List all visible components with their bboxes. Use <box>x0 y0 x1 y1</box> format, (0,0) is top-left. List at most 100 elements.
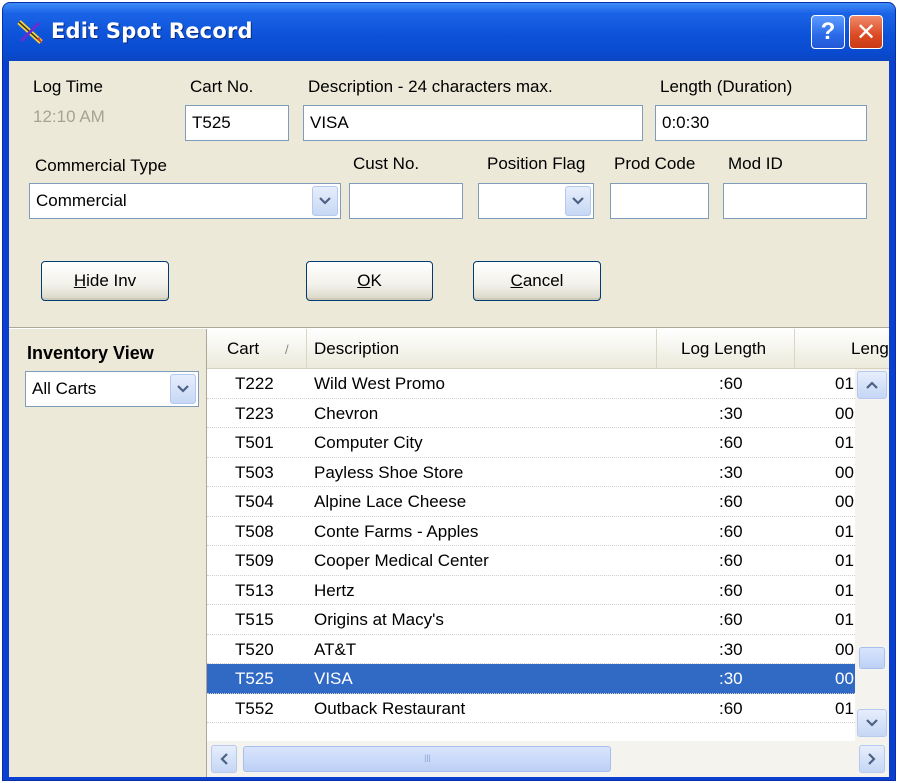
position-flag-label: Position Flag <box>487 154 586 173</box>
vertical-scrollbar[interactable] <box>855 369 889 741</box>
grid-header: Cart / Description Log Length Leng <box>207 329 889 369</box>
cell-description: Computer City <box>314 433 423 452</box>
column-header-cart[interactable]: Cart / <box>207 329 307 369</box>
cell-description: VISA <box>314 669 353 688</box>
description-field[interactable]: VISA <box>303 105 643 141</box>
column-header-length[interactable]: Leng <box>795 329 889 369</box>
length-label: Length (Duration) <box>660 77 793 96</box>
horizontal-scrollbar[interactable]: III <box>207 741 889 777</box>
cell-log-length: :60 <box>719 492 743 511</box>
hide-inv-label: ide Inv <box>86 271 137 290</box>
inventory-filter-value: All Carts <box>32 379 97 398</box>
table-row[interactable]: T503 Payless Shoe Store:30 00 <box>207 458 855 487</box>
close-button[interactable]: ✕ <box>849 15 883 49</box>
cell-cart: T515 <box>235 610 274 629</box>
cell-description: Wild West Promo <box>314 374 445 393</box>
cell-length: 01 <box>835 551 854 570</box>
scroll-down-button[interactable] <box>857 709 887 737</box>
length-field[interactable]: 0:0:30 <box>655 105 867 141</box>
scroll-right-button[interactable] <box>859 745 885 773</box>
column-header-description[interactable]: Description <box>307 329 657 369</box>
inventory-filter-dropdown-button[interactable] <box>170 374 196 404</box>
ok-button[interactable]: OK <box>306 261 433 301</box>
pencil-edit-icon <box>17 20 43 44</box>
position-flag-select[interactable] <box>478 183 594 219</box>
position-flag-dropdown-button[interactable] <box>565 186 591 216</box>
cust-no-field[interactable] <box>349 183 463 219</box>
table-row[interactable]: T509 Cooper Medical Center:60 01 <box>207 546 855 576</box>
cart-no-field[interactable]: T525 <box>185 105 289 141</box>
cell-cart: T223 <box>235 403 274 423</box>
table-row[interactable]: T222 Wild West Promo:60 01 <box>207 369 855 399</box>
table-row[interactable]: T525 VISA :30 00 <box>207 664 855 694</box>
cell-description: Alpine Lace Cheese <box>314 492 467 511</box>
cancel-label: ancel <box>522 271 564 290</box>
mod-id-field[interactable] <box>723 183 867 219</box>
table-row[interactable]: T501 Computer City:60 01 <box>207 428 855 458</box>
cell-description: Payless Shoe Store <box>314 462 464 482</box>
prod-code-label: Prod Code <box>614 154 696 173</box>
table-row[interactable]: T515 Origins at Macy's:60 01 <box>207 605 855 635</box>
commercial-type-value: Commercial <box>36 191 127 210</box>
cell-length: 01 <box>835 580 854 600</box>
dialog-client-area: Log Time 12:10 AM Cart No. Description -… <box>9 61 889 777</box>
cart-no-label: Cart No. <box>190 77 254 96</box>
cell-length: 01 <box>835 374 854 393</box>
vertical-scroll-thumb[interactable] <box>859 647 885 669</box>
inventory-panel: Inventory View All Carts <box>9 329 206 777</box>
cust-no-label: Cust No. <box>353 154 420 173</box>
inventory-grid: Cart / Description Log Length Leng T222 W… <box>206 329 889 777</box>
commercial-type-label: Commercial Type <box>35 156 167 175</box>
cell-length: 00 <box>835 403 854 423</box>
cancel-button[interactable]: Cancel <box>473 261 601 301</box>
commercial-type-dropdown-button[interactable] <box>312 186 338 216</box>
cell-length: 00 <box>835 669 854 688</box>
cell-length: 00 <box>835 462 854 482</box>
ok-accel: O <box>357 271 371 290</box>
commercial-type-select[interactable]: Commercial <box>29 183 341 219</box>
close-icon: ✕ <box>855 18 877 46</box>
cell-cart: T525 <box>235 669 274 688</box>
scroll-left-button[interactable] <box>211 745 237 773</box>
log-time-label: Log Time <box>33 77 103 96</box>
scroll-up-button[interactable] <box>857 371 887 399</box>
table-row[interactable]: T223 Chevron:30 00 <box>207 399 855 428</box>
column-cart-label: Cart <box>227 339 260 358</box>
chevron-down-icon <box>572 197 584 205</box>
table-row[interactable]: T504 Alpine Lace Cheese:60 00 <box>207 487 855 517</box>
cell-log-length: :60 <box>719 521 743 541</box>
edit-spot-record-dialog: Edit Spot Record ? ✕ Log Time 12:10 AM C… <box>2 2 896 781</box>
title-bar[interactable]: Edit Spot Record ? ✕ <box>3 3 895 61</box>
cell-log-length: :60 <box>719 433 743 452</box>
table-row[interactable]: T552 Outback Restaurant:60 01 <box>207 694 855 723</box>
cancel-accel: C <box>510 271 523 290</box>
cell-log-length: :60 <box>719 551 743 570</box>
prod-code-field[interactable] <box>610 183 709 219</box>
cell-length: 01 <box>835 698 854 718</box>
cell-description: AT&T <box>314 639 357 659</box>
inventory-filter-select[interactable]: All Carts <box>25 371 199 407</box>
ok-label: K <box>370 271 382 290</box>
horizontal-scroll-thumb[interactable]: III <box>243 746 611 772</box>
mod-id-label: Mod ID <box>728 154 783 173</box>
table-row[interactable]: T508 Conte Farms - Apples:60 01 <box>207 517 855 546</box>
description-label: Description - 24 characters max. <box>308 77 553 96</box>
cell-cart: T503 <box>235 462 274 482</box>
sort-ascending-icon: / <box>285 341 289 357</box>
cell-length: 01 <box>835 610 854 629</box>
cell-description: Chevron <box>314 403 379 423</box>
help-button[interactable]: ? <box>811 15 845 49</box>
help-icon: ? <box>820 18 836 45</box>
column-header-log-length[interactable]: Log Length <box>657 329 795 369</box>
hide-inv-button[interactable]: Hide Inv <box>41 261 169 301</box>
cell-length: 00 <box>835 639 854 659</box>
cell-log-length: :60 <box>719 698 743 718</box>
chevron-up-icon <box>866 381 878 389</box>
hide-inv-accel: H <box>73 271 87 290</box>
table-row[interactable]: T520 AT&T:30 00 <box>207 635 855 664</box>
cell-log-length: :30 <box>719 669 743 688</box>
table-row[interactable]: T513 Hertz:60 01 <box>207 576 855 605</box>
cell-cart: T552 <box>235 698 274 718</box>
chevron-right-icon <box>868 753 876 765</box>
cell-length: 00 <box>835 492 854 511</box>
